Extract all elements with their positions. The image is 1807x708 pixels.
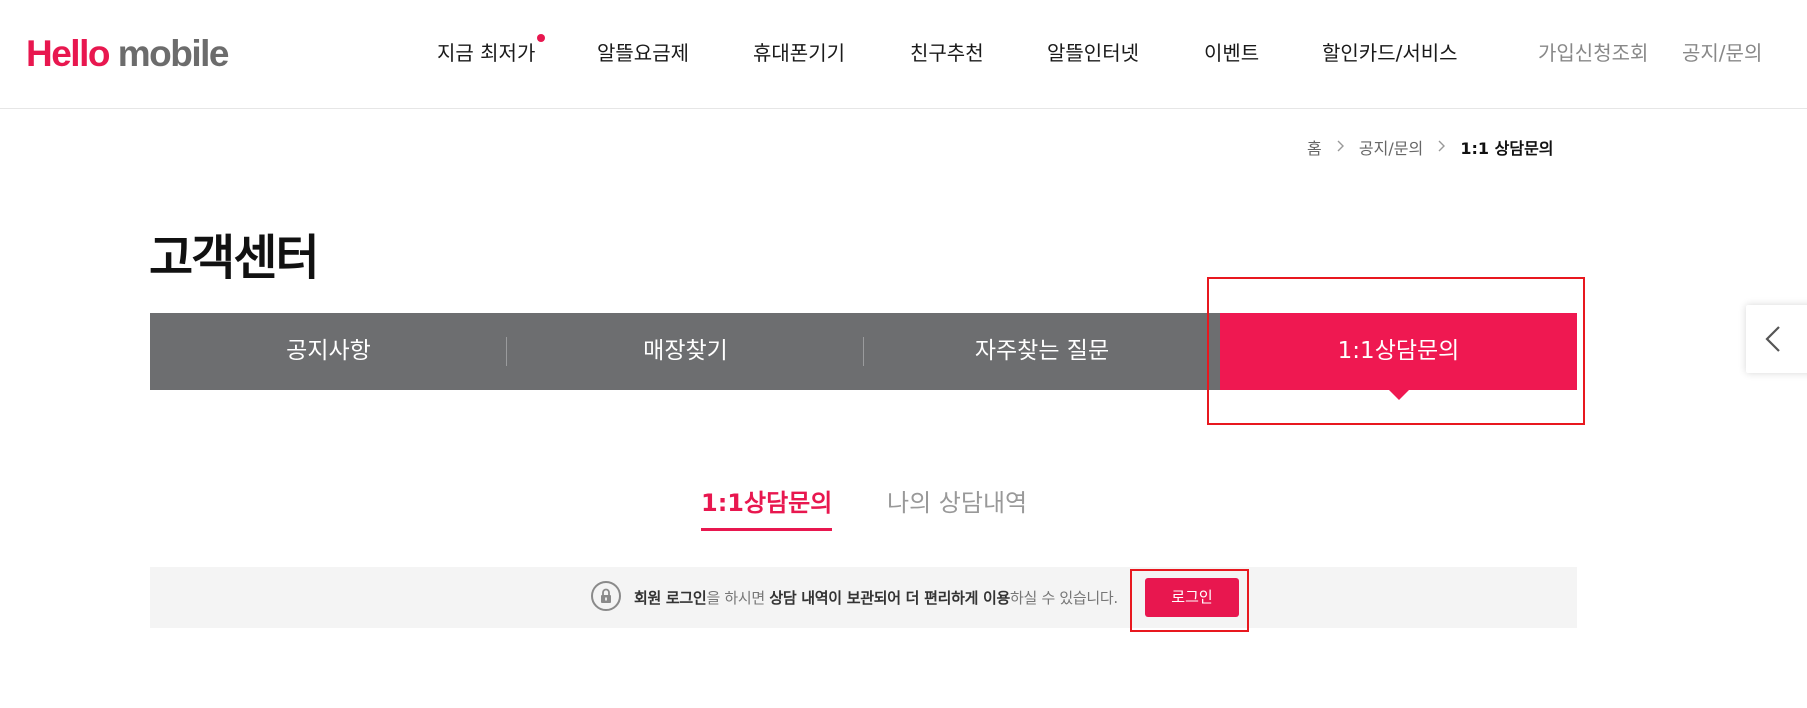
logo-word-mobile: mobile	[117, 33, 230, 74]
nav-label: 지금 최저가	[437, 41, 536, 65]
util-notice-inquiry[interactable]: 공지/문의	[1682, 37, 1762, 66]
tab-one-to-one-inquiry[interactable]: 1:1상담문의	[1220, 313, 1577, 400]
notice-text-part: 을 하시면	[706, 589, 770, 607]
customer-center-tabs: 공지사항 매장찾기 자주찾는 질문 1:1상담문의	[150, 313, 1577, 400]
chevron-right-icon	[1336, 138, 1345, 156]
login-notice-text: 회원 로그인을 하시면 상담 내역이 보관되어 더 편리하게 이용하실 수 있습…	[634, 587, 1118, 608]
breadcrumb-notice-inquiry[interactable]: 공지/문의	[1359, 135, 1423, 159]
notice-bold-history: 상담 내역이 보관되어 더 편리하게 이용	[769, 589, 1010, 607]
new-dot-icon	[537, 34, 546, 42]
subtab-my-inquiry-history[interactable]: 나의 상담내역	[887, 483, 1027, 518]
logo-word-hello: Hello	[26, 33, 110, 74]
nav-events[interactable]: 이벤트	[1204, 37, 1259, 66]
page-title: 고객센터	[149, 230, 320, 286]
nav-phones[interactable]: 휴대폰기기	[753, 37, 845, 66]
site-header: Hello mobile 지금 최저가 알뜰요금제 휴대폰기기 친구추천 알뜰인…	[0, 0, 1807, 109]
login-button[interactable]: 로그인	[1145, 578, 1239, 617]
tab-label: 1:1상담문의	[1337, 338, 1460, 364]
notice-text-part: 하실 수 있습니다.	[1010, 589, 1118, 607]
active-tab-pointer-icon	[1388, 390, 1409, 400]
lock-icon	[591, 581, 621, 611]
nav-discount-card-service[interactable]: 할인카드/서비스	[1322, 37, 1458, 66]
side-panel-toggle-button[interactable]	[1746, 305, 1807, 373]
nav-friend-referral[interactable]: 친구추천	[910, 37, 984, 66]
hello-mobile-logo[interactable]: Hello mobile	[26, 33, 230, 75]
tab-faq[interactable]: 자주찾는 질문	[864, 313, 1220, 390]
chevron-left-icon	[1765, 326, 1780, 352]
breadcrumb: 홈 공지/문의 1:1 상담문의	[1307, 135, 1554, 159]
nav-internet[interactable]: 알뜰인터넷	[1047, 37, 1139, 66]
chevron-right-icon	[1437, 138, 1446, 156]
breadcrumb-current: 1:1 상담문의	[1460, 139, 1554, 158]
tab-store-finder[interactable]: 매장찾기	[507, 313, 864, 390]
subtab-one-to-one-inquiry[interactable]: 1:1상담문의	[701, 483, 833, 531]
subtab-label: 1:1상담문의	[701, 489, 833, 517]
tab-notices[interactable]: 공지사항	[150, 313, 507, 390]
login-notice-bar: 회원 로그인을 하시면 상담 내역이 보관되어 더 편리하게 이용하실 수 있습…	[150, 567, 1577, 628]
nav-lowest-price[interactable]: 지금 최저가	[437, 34, 546, 66]
util-application-lookup[interactable]: 가입신청조회	[1538, 37, 1648, 66]
breadcrumb-home[interactable]: 홈	[1307, 135, 1322, 159]
notice-bold-member-login: 회원 로그인	[634, 589, 707, 607]
nav-plans[interactable]: 알뜰요금제	[597, 37, 689, 66]
active-subtab-underline	[701, 528, 833, 531]
